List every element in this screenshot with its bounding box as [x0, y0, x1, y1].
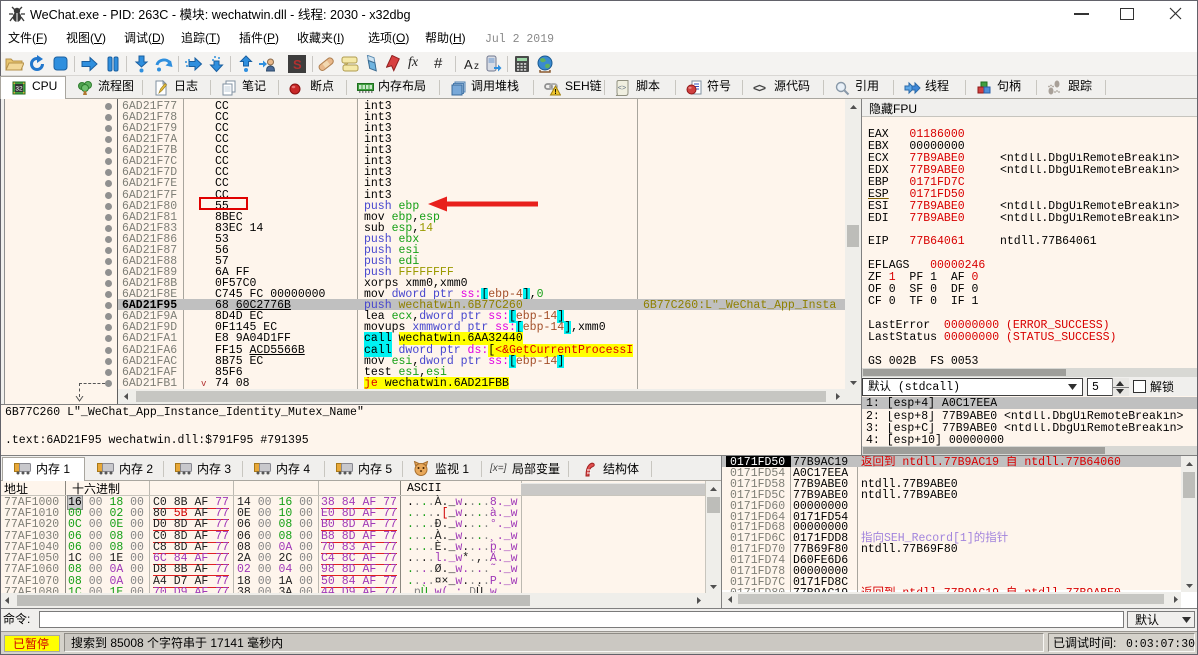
svg-text:32: 32 — [15, 86, 23, 93]
svg-text:!: ! — [554, 89, 556, 96]
svg-text:<>: <> — [618, 85, 626, 93]
